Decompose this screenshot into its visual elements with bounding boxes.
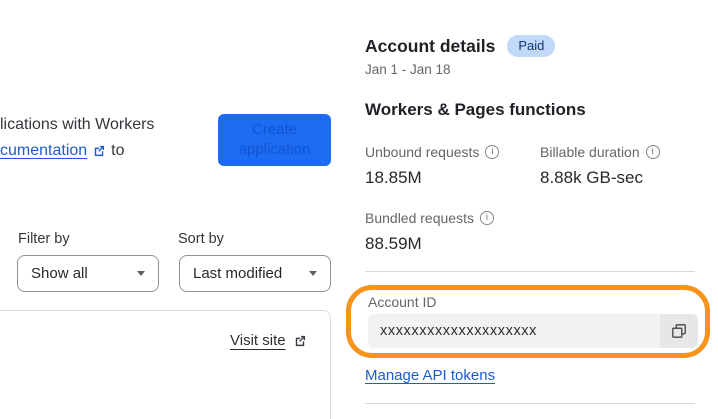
paid-badge: Paid — [507, 35, 556, 58]
stat-label: Billable duration — [540, 144, 640, 160]
sort-dropdown-value: Last modified — [193, 265, 283, 282]
stat-value: 8.88k GB-sec — [540, 168, 643, 187]
external-link-icon — [94, 145, 105, 157]
create-application-button[interactable]: Create application — [218, 114, 331, 166]
divider — [365, 403, 695, 404]
stat-bundled-requests: Bundled requests i 88.59M — [365, 210, 494, 254]
chevron-down-icon — [137, 271, 145, 276]
stat-label: Unbound requests — [365, 144, 480, 160]
site-card — [0, 310, 331, 419]
chevron-down-icon — [309, 271, 317, 276]
sort-by-label: Sort by — [178, 231, 224, 247]
manage-api-tokens-link[interactable]: Manage API tokens — [365, 367, 495, 384]
account-details-title: Account details — [365, 35, 496, 56]
copy-button[interactable] — [660, 314, 698, 348]
stat-billable-duration: Billable duration i 8.88k GB-sec — [540, 144, 660, 188]
intro-text-line1: lications with Workers — [0, 116, 155, 133]
external-link-icon — [295, 335, 305, 346]
stat-value: 18.85M — [365, 168, 422, 187]
filter-dropdown[interactable]: Show all — [17, 255, 159, 292]
divider — [365, 271, 695, 272]
account-id-input[interactable] — [368, 314, 660, 348]
sort-dropdown[interactable]: Last modified — [179, 255, 331, 292]
stat-value: 88.59M — [365, 234, 422, 253]
visit-site-label: Visit site — [230, 332, 286, 349]
filter-dropdown-value: Show all — [31, 265, 88, 282]
documentation-link[interactable]: cumentation — [0, 142, 87, 160]
account-details-header: Account details Paid — [365, 35, 556, 58]
account-id-label: Account ID — [368, 294, 437, 310]
info-icon[interactable]: i — [645, 145, 660, 159]
filter-by-label: Filter by — [18, 231, 70, 247]
workers-pages-functions-title: Workers & Pages functions — [365, 100, 586, 119]
stat-unbound-requests: Unbound requests i 18.85M — [365, 144, 500, 188]
intro-text-suffix: to — [111, 142, 125, 159]
visit-site-link[interactable]: Visit site — [230, 332, 307, 349]
info-icon[interactable]: i — [479, 211, 494, 225]
stat-label: Bundled requests — [365, 210, 474, 226]
copy-icon — [672, 324, 686, 338]
date-range: Jan 1 - Jan 18 — [365, 62, 451, 77]
info-icon[interactable]: i — [485, 145, 500, 159]
workers-pages-dashboard: lications with Workers cumentation to Cr… — [0, 0, 718, 419]
account-id-field — [368, 314, 698, 348]
intro-text-line2: cumentation to — [0, 142, 125, 160]
